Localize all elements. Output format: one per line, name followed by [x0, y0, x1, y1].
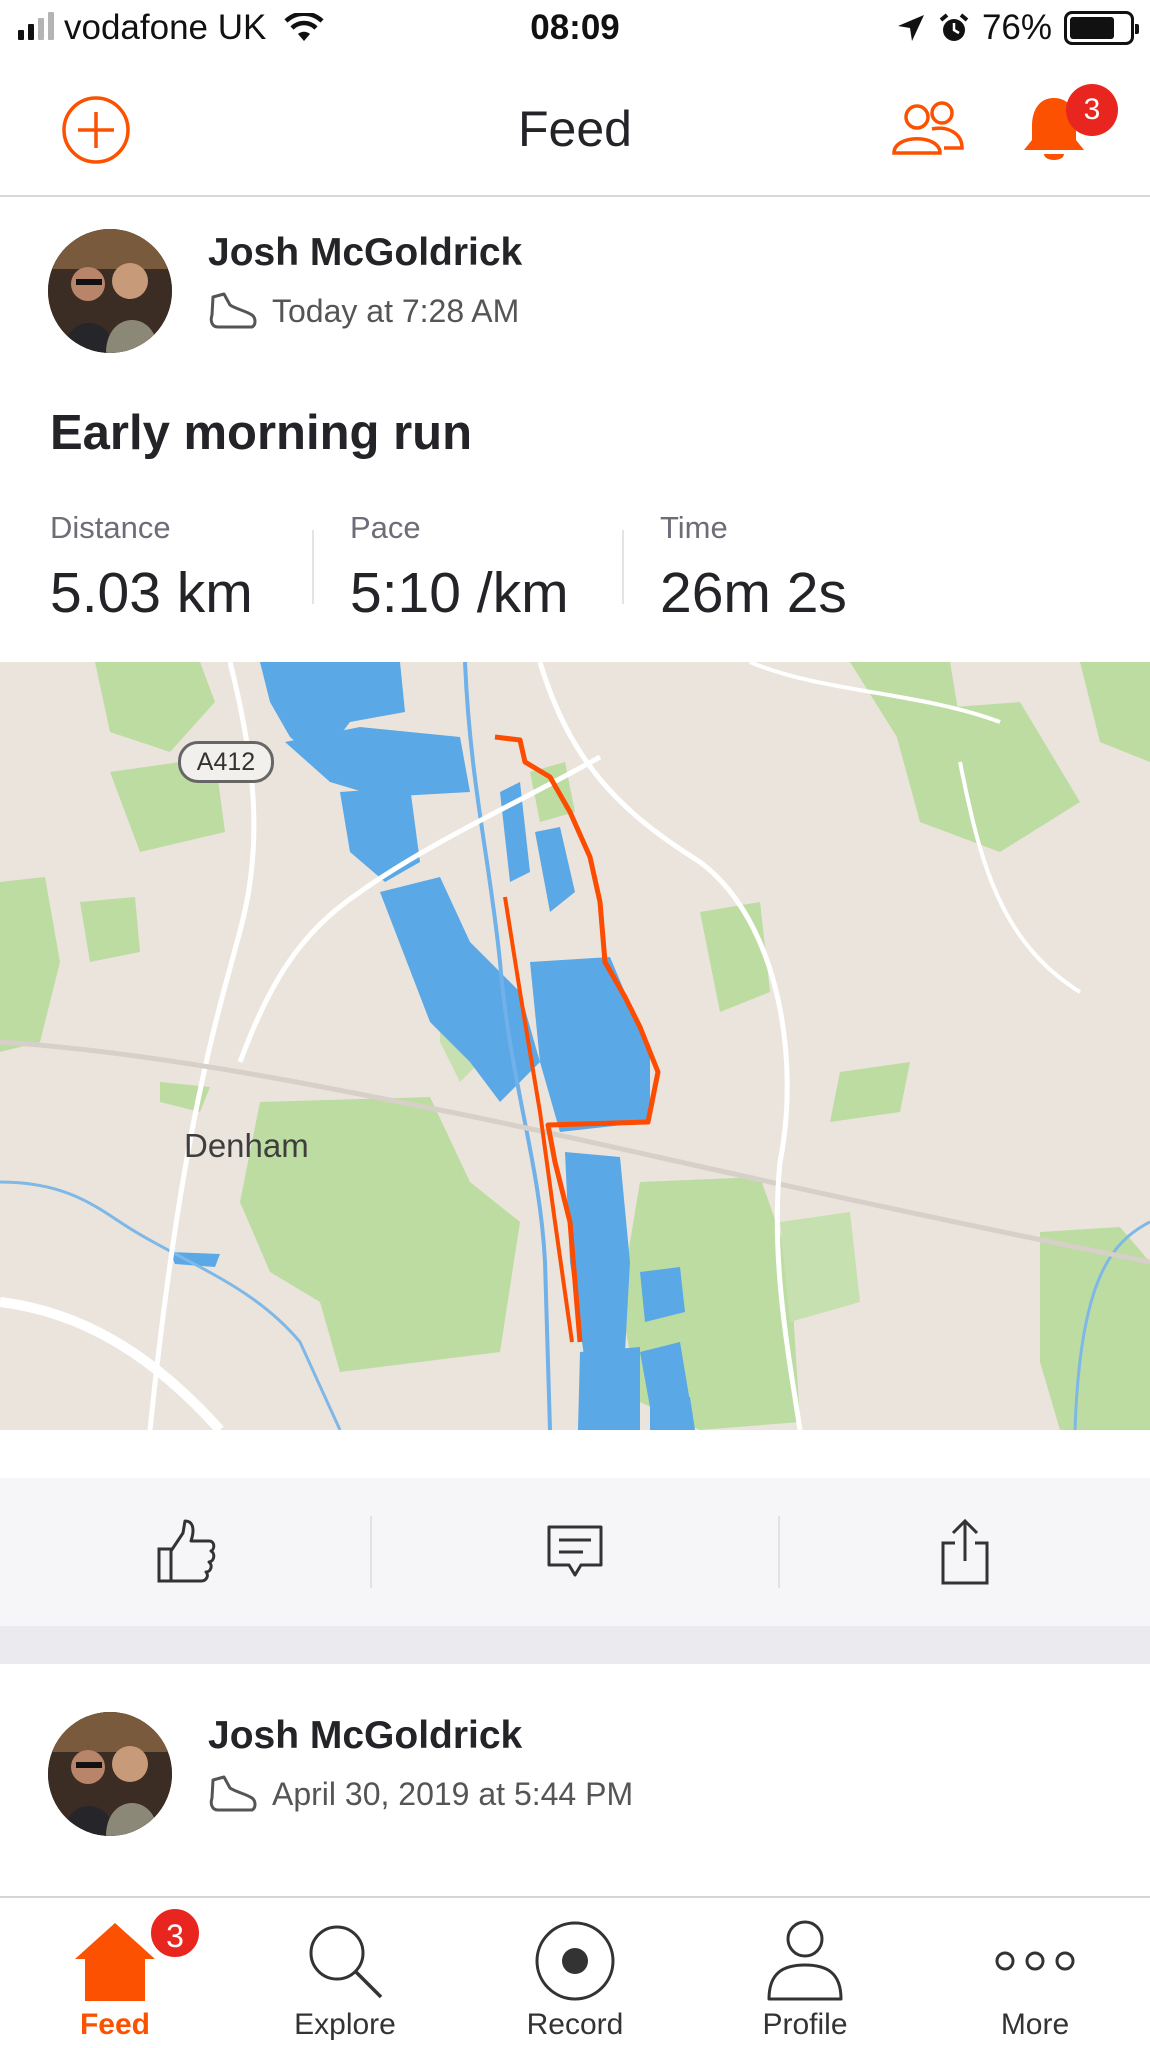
status-right: 76% — [896, 8, 1139, 48]
stat-time: Time 26m 2s — [660, 510, 847, 626]
activity-meta: April 30, 2019 at 5:44 PM — [208, 1774, 633, 1814]
wifi-icon — [284, 13, 324, 41]
comment-button[interactable] — [372, 1478, 778, 1626]
avatar[interactable] — [48, 1712, 172, 1836]
record-icon — [535, 1921, 615, 2001]
feed-separator — [0, 1626, 1150, 1664]
status-bar: vodafone UK 08:09 76% — [0, 0, 1150, 62]
stat-divider — [312, 530, 314, 604]
map-town-label: Denham — [184, 1127, 309, 1164]
stat-value: 5:10 /km — [350, 561, 569, 625]
tab-label: Profile — [762, 2008, 848, 2041]
map-road-label: A412 — [178, 741, 274, 783]
battery-percentage: 76% — [981, 8, 1052, 47]
activity-map[interactable] — [0, 662, 1150, 1430]
run-shoe-icon — [209, 292, 257, 329]
activity-actions — [0, 1478, 1150, 1626]
athlete-name[interactable]: Josh McGoldrick — [208, 1714, 522, 1758]
carrier-name: vodafone UK — [64, 8, 267, 47]
activity-timestamp: Today at 7:28 AM — [272, 292, 520, 329]
run-shoe-icon — [209, 1775, 257, 1812]
tab-profile[interactable]: Profile — [690, 1898, 920, 2048]
tab-label: More — [1000, 2008, 1070, 2041]
stat-label: Distance — [50, 510, 171, 545]
comment-icon — [547, 1525, 603, 1577]
feed-badge: 3 — [148, 1906, 202, 1960]
tab-label: Record — [526, 2008, 624, 2041]
tab-bar: 3 Feed Explore Record Profile More — [0, 1896, 1150, 2048]
thumbs-up-icon — [157, 1519, 216, 1583]
stat-pace: Pace 5:10 /km — [350, 510, 569, 626]
status-left: vodafone UK — [18, 8, 324, 48]
location-arrow-icon — [897, 15, 924, 41]
search-icon — [309, 1925, 383, 1999]
stat-divider — [622, 530, 624, 604]
activity-card[interactable]: Josh McGoldrick April 30, 2019 at 5:44 P… — [0, 1664, 1150, 1894]
stat-value: 5.03 km — [50, 561, 253, 625]
notification-badge: 3 — [1066, 84, 1118, 136]
tab-feed[interactable]: 3 Feed — [0, 1898, 230, 2048]
share-button[interactable] — [780, 1478, 1150, 1626]
kudos-button[interactable] — [0, 1478, 370, 1626]
find-athletes-icon[interactable] — [890, 98, 966, 158]
stat-value: 26m 2s — [660, 561, 847, 625]
home-icon — [75, 1923, 155, 2001]
tab-record[interactable]: Record — [460, 1898, 690, 2048]
tab-more[interactable]: More — [920, 1898, 1150, 2048]
page-title: Feed — [518, 101, 632, 157]
battery-icon — [1064, 11, 1139, 45]
tab-label: Explore — [294, 2008, 396, 2041]
feed-header: Feed 3 — [0, 62, 1150, 197]
stat-label: Pace — [350, 510, 421, 545]
tab-label: Feed — [79, 2008, 151, 2041]
signal-strength-icon — [18, 12, 54, 44]
activity-meta: Today at 7:28 AM — [208, 291, 519, 331]
tab-explore[interactable]: Explore — [230, 1898, 460, 2048]
athlete-name[interactable]: Josh McGoldrick — [208, 231, 522, 275]
avatar[interactable] — [48, 229, 172, 353]
alarm-icon — [939, 13, 969, 41]
stat-distance: Distance 5.03 km — [50, 510, 253, 626]
more-icon — [995, 1951, 1075, 1971]
profile-icon — [767, 1920, 843, 2001]
share-icon — [941, 1518, 989, 1585]
add-post-icon[interactable] — [60, 94, 132, 166]
activity-title[interactable]: Early morning run — [50, 405, 472, 461]
stat-label: Time — [660, 510, 728, 545]
activity-timestamp: April 30, 2019 at 5:44 PM — [272, 1775, 634, 1812]
